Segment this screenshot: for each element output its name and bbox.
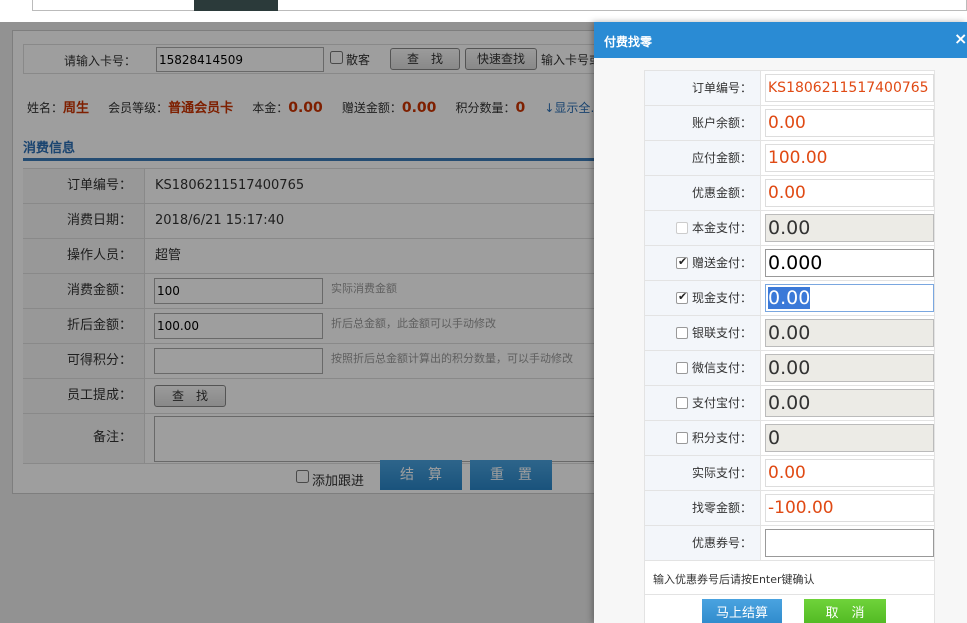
cash-pay-checkbox[interactable]	[676, 290, 688, 304]
cash-pay-input[interactable]: 0.00	[765, 284, 934, 312]
dlg-points-row: 积分支付： 0	[645, 421, 934, 456]
dlg-order-row: 订单编号： KS1806211517400765	[645, 71, 934, 106]
confirm-settle-button[interactable]: 马上结算	[702, 599, 782, 623]
dlg-wechat-row: 微信支付： 0.00	[645, 351, 934, 386]
dlg-balance-label: 账户余额：	[645, 106, 761, 140]
dlg-unionpay-row: 银联支付： 0.00	[645, 316, 934, 351]
dlg-cash-label: 现金支付：	[645, 281, 761, 315]
close-icon[interactable]: ×	[954, 30, 967, 48]
dlg-change-label: 找零金额：	[645, 491, 761, 525]
dlg-actual-row: 实际支付： 0.00	[645, 456, 934, 491]
unionpay-checkbox[interactable]	[676, 327, 688, 339]
dlg-balance-value: 0.00	[765, 109, 934, 137]
dlg-due-value: 100.00	[765, 144, 934, 172]
wechat-pay-checkbox[interactable]	[676, 362, 688, 374]
points-pay-checkbox[interactable]	[676, 432, 688, 444]
dlg-due-row: 应付金额： 100.00	[645, 141, 934, 176]
dlg-wechat-label: 微信支付：	[645, 351, 761, 385]
dlg-order-value: KS1806211517400765	[765, 74, 934, 102]
dlg-discount-value: 0.00	[765, 179, 934, 207]
top-strip	[0, 0, 967, 12]
principal-pay-input[interactable]: 0.00	[765, 214, 934, 242]
payment-grid: 订单编号： KS1806211517400765 账户余额： 0.00 应付金额…	[644, 70, 935, 623]
dlg-alipay-label: 支付宝付：	[645, 386, 761, 420]
dlg-due-label: 应付金额：	[645, 141, 761, 175]
principal-pay-checkbox[interactable]	[676, 222, 688, 234]
dlg-principal-label: 本金支付：	[645, 211, 761, 245]
dlg-order-label: 订单编号：	[645, 71, 761, 105]
top-nav-active-tab[interactable]	[194, 0, 278, 11]
alipay-checkbox[interactable]	[676, 397, 688, 409]
dlg-points-label: 积分支付：	[645, 421, 761, 455]
points-pay-input[interactable]: 0	[765, 424, 934, 452]
coupon-note: 输入优惠券号后请按Enter键确认	[653, 573, 815, 586]
dlg-principal-row: 本金支付： 0.00	[645, 211, 934, 246]
dialog-title: 付费找零	[604, 35, 653, 49]
dlg-actual-value: 0.00	[765, 459, 934, 487]
wechat-pay-input[interactable]: 0.00	[765, 354, 934, 382]
dialog-header: 付费找零 ×	[594, 22, 967, 58]
dlg-coupon-row: 优惠券号：	[645, 526, 934, 561]
dlg-coupon-label: 优惠券号：	[645, 526, 761, 560]
gift-pay-checkbox[interactable]	[676, 255, 688, 269]
dlg-change-value: -100.00	[765, 494, 934, 522]
dlg-cash-row: 现金支付： 0.00	[645, 281, 934, 316]
coupon-input[interactable]	[765, 529, 934, 557]
dlg-discount-row: 优惠金额： 0.00	[645, 176, 934, 211]
dlg-alipay-row: 支付宝付： 0.00	[645, 386, 934, 421]
unionpay-input[interactable]: 0.00	[765, 319, 934, 347]
dlg-discount-label: 优惠金额：	[645, 176, 761, 210]
alipay-input[interactable]: 0.00	[765, 389, 934, 417]
dlg-unionpay-label: 银联支付：	[645, 316, 761, 350]
payment-change-dialog: 付费找零 × 订单编号： KS1806211517400765 账户余额： 0.…	[594, 22, 967, 623]
dlg-actual-label: 实际支付：	[645, 456, 761, 490]
cash-pay-selected-text: 0.00	[768, 287, 811, 309]
cancel-button[interactable]: 取 消	[804, 599, 886, 623]
dlg-button-row: 马上结算 取 消	[645, 595, 934, 623]
dlg-balance-row: 账户余额： 0.00	[645, 106, 934, 141]
gift-pay-input[interactable]: 0.000	[765, 249, 934, 277]
dlg-change-row: 找零金额： -100.00	[645, 491, 934, 526]
dlg-gift-label: 赠送金付：	[645, 246, 761, 280]
dialog-body: 订单编号： KS1806211517400765 账户余额： 0.00 应付金额…	[594, 58, 967, 623]
dlg-coupon-note-row: 输入优惠券号后请按Enter键确认	[645, 561, 934, 595]
top-strip-frame	[32, 0, 967, 11]
dlg-gift-row: 赠送金付： 0.000	[645, 246, 934, 281]
